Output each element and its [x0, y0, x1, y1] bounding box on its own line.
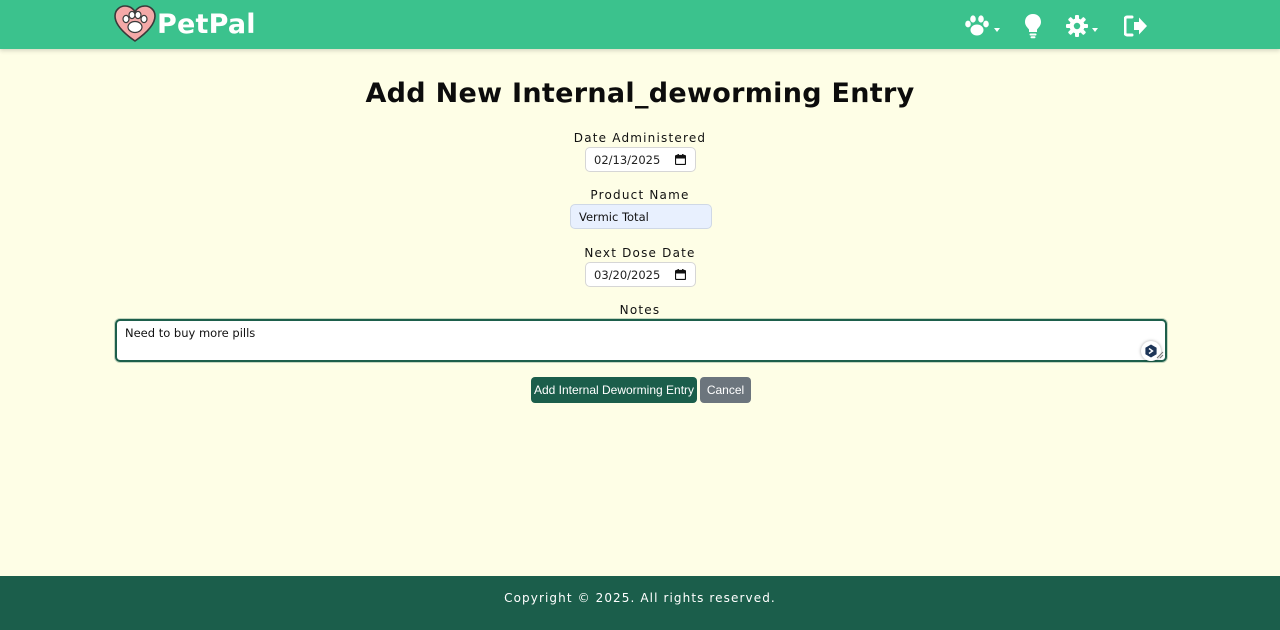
next-dose-date-value: 03/20/2025	[594, 267, 661, 282]
cancel-button[interactable]: Cancel	[700, 377, 751, 403]
footer: Copyright © 2025. All rights reserved.	[0, 576, 1280, 630]
chevron-down-icon	[994, 28, 1000, 32]
notes-value: Need to buy more pills	[125, 326, 256, 340]
nav-icons	[0, 12, 1280, 40]
copyright-text: Copyright © 2025. All rights reserved.	[504, 591, 776, 605]
product-name-value: Vermic Total	[579, 209, 649, 224]
logout-button[interactable]	[1124, 12, 1148, 40]
resize-handle-icon[interactable]	[1156, 351, 1164, 359]
paw-icon	[965, 15, 989, 36]
date-administered-label: Date Administered	[573, 131, 707, 145]
lightbulb-icon	[1025, 14, 1041, 39]
next-dose-date-label: Next Dose Date	[584, 246, 696, 260]
chevron-down-icon	[1092, 28, 1098, 32]
gear-icon	[1066, 15, 1088, 37]
product-name-input[interactable]: Vermic Total	[570, 204, 712, 229]
settings-dropdown-toggle[interactable]	[1066, 12, 1098, 40]
tips-button[interactable]	[1024, 12, 1042, 40]
logout-icon	[1124, 15, 1147, 37]
notes-label: Notes	[619, 303, 661, 317]
next-dose-date-input[interactable]: 03/20/2025	[585, 262, 696, 287]
notes-textarea[interactable]: Need to buy more pills	[115, 319, 1167, 362]
pets-dropdown-toggle[interactable]	[964, 12, 1000, 40]
date-administered-value: 02/13/2025	[594, 152, 661, 167]
product-name-label: Product Name	[590, 188, 690, 202]
page-title: Add New Internal_deworming Entry	[365, 78, 915, 109]
date-administered-input[interactable]: 02/13/2025	[585, 147, 696, 172]
calendar-icon[interactable]	[675, 154, 686, 165]
navbar: PetPal	[0, 0, 1280, 49]
add-entry-button[interactable]: Add Internal Deworming Entry	[531, 377, 697, 403]
calendar-icon[interactable]	[675, 269, 686, 280]
